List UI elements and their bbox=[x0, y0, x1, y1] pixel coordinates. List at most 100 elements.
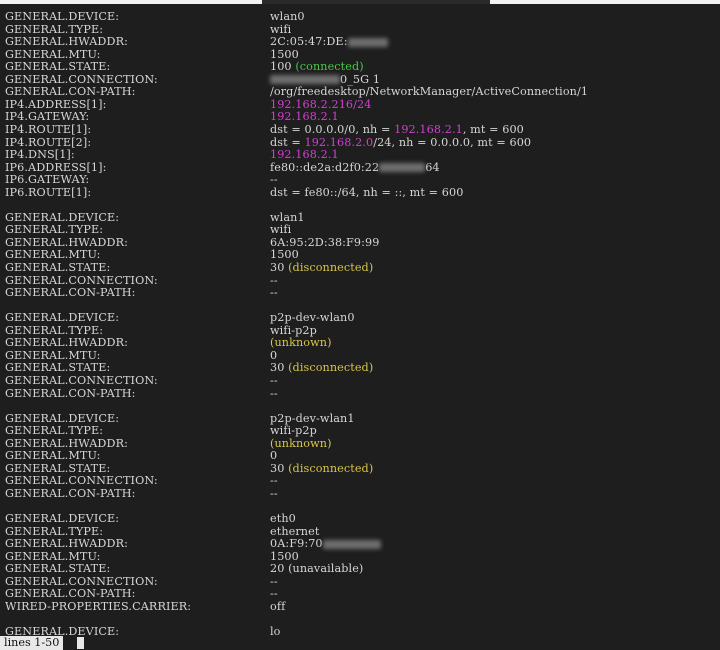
value-text: 0 bbox=[270, 449, 278, 463]
ip-address-text: 192.168.2.1 bbox=[394, 122, 463, 136]
field-value: 30 (disconnected) bbox=[270, 261, 374, 275]
output-line: IP6.ROUTE[1]: dst = fe80::/64, nh = ::, m… bbox=[0, 185, 720, 200]
value-text: 0 bbox=[270, 348, 278, 362]
field-name: GENERAL.CON-PATH: bbox=[5, 486, 136, 500]
value-text: p2p-dev-wlan0 bbox=[270, 311, 355, 325]
value-text: 6A:95:2D:38:F9:99 bbox=[270, 235, 380, 249]
field-name: GENERAL.CONNECTION: bbox=[5, 474, 158, 488]
ip-address-text: 192.168.2.1 bbox=[270, 148, 339, 162]
value-text: 64 bbox=[425, 160, 440, 174]
field-value: off bbox=[270, 599, 286, 614]
field-value: -- bbox=[270, 386, 278, 401]
field-name: IP6.ROUTE[1]: bbox=[5, 185, 92, 199]
value-text: -- bbox=[270, 273, 278, 287]
output-line: GENERAL.DEVICE: p2p-dev-wlan1 bbox=[0, 412, 720, 426]
field-name: WIRED-PROPERTIES.CARRIER: bbox=[5, 599, 192, 613]
value-text: eth0 bbox=[270, 512, 296, 525]
value-text: fe80::de2a:d2f0:22 bbox=[270, 160, 380, 174]
field-value: -- bbox=[270, 486, 278, 501]
value-text: -- bbox=[270, 486, 278, 500]
field-name: GENERAL.MTU: bbox=[5, 449, 101, 463]
output-line: GENERAL.HWADDR: 0A:F9:70 bbox=[0, 537, 720, 551]
output-line: GENERAL.DEVICE: wlan0 bbox=[0, 10, 720, 24]
output-line: IP6.ADDRESS[1]: fe80::de2a:d2f0:22 64 bbox=[0, 160, 720, 175]
output-line: GENERAL.TYPE: wifi-p2p bbox=[0, 424, 720, 438]
output-line: GENERAL.HWADDR: 2C:05:47:DE: bbox=[0, 35, 720, 49]
value-text: 0A:F9:70 bbox=[270, 537, 323, 551]
ip-address-text: 192.168.2.0 bbox=[304, 135, 374, 149]
value-text: /org/freedesktop/NetworkManager/ActiveCo… bbox=[270, 85, 589, 99]
redacted-value bbox=[379, 163, 426, 173]
field-name: GENERAL.DEVICE: bbox=[5, 624, 120, 636]
output-line: GENERAL.DEVICE: wlan1 bbox=[0, 210, 720, 225]
state-warning-text: (disconnected) bbox=[288, 261, 374, 274]
field-name: GENERAL.CON-PATH: bbox=[5, 587, 136, 601]
output-line: GENERAL.HWADDR: 6A:95:2D:38:F9:99 bbox=[0, 235, 720, 250]
value-text: 1500 bbox=[270, 549, 299, 563]
field-value: fe80::de2a:d2f0:22 64 bbox=[270, 160, 440, 175]
value-text: -- bbox=[270, 587, 278, 601]
field-value: (unknown) bbox=[270, 436, 332, 451]
value-text: -- bbox=[270, 286, 278, 300]
redacted-value bbox=[322, 539, 381, 549]
value-text: 2C:05:47:DE: bbox=[270, 35, 348, 49]
redacted-value bbox=[270, 75, 340, 85]
value-text: wifi-p2p bbox=[270, 424, 317, 438]
value-text: 1500 bbox=[270, 47, 299, 61]
value-text: wifi-p2p bbox=[270, 323, 317, 337]
output-line: GENERAL.DEVICE: eth0 bbox=[0, 512, 720, 526]
field-value: lo bbox=[270, 624, 281, 636]
value-text: 100 bbox=[270, 60, 296, 74]
field-value: 20 (unavailable) bbox=[270, 562, 363, 576]
ip-address-text: 192.168.2.1 bbox=[270, 110, 339, 124]
field-name: GENERAL.TYPE: bbox=[5, 424, 104, 438]
value-text: 0_5G 1 bbox=[340, 72, 381, 86]
output-line: GENERAL.DEVICE: lo bbox=[0, 624, 720, 636]
field-name: GENERAL.HWADDR: bbox=[5, 336, 128, 350]
value-text: 30 bbox=[270, 361, 289, 375]
output-line: GENERAL.CONNECTION: -- bbox=[0, 373, 720, 388]
output-line: WIRED-PROPERTIES.CARRIER: off bbox=[0, 599, 720, 614]
value-text: 1500 bbox=[270, 248, 299, 262]
field-name: GENERAL.STATE: bbox=[5, 261, 111, 274]
state-warning-text: (unknown) bbox=[270, 436, 332, 450]
value-text: -- bbox=[270, 574, 278, 588]
field-name: GENERAL.DEVICE: bbox=[5, 10, 120, 23]
field-value: dst = fe80::/64, nh = ::, mt = 600 bbox=[270, 185, 464, 200]
terminal-cursor bbox=[77, 637, 84, 649]
value-text: dst = 0.0.0.0/0, nh = bbox=[270, 122, 395, 136]
output-line: GENERAL.HWADDR: (unknown) bbox=[0, 436, 720, 451]
output-line: IP4.ADDRESS[1]: 192.168.2.216/24 bbox=[0, 98, 720, 112]
terminal-output[interactable]: GENERAL.DEVICE: wlan0 GENERAL.TYPE: wifi GEN… bbox=[0, 4, 720, 636]
output-line: GENERAL.STATE: 20 (unavailable) bbox=[0, 562, 720, 576]
field-value: 30 (disconnected) bbox=[270, 362, 373, 375]
output-line: GENERAL.CON-PATH: -- bbox=[0, 486, 720, 501]
value-text: lo bbox=[270, 624, 281, 636]
field-name: IP6.GATEWAY: bbox=[5, 173, 90, 187]
field-name: GENERAL.STATE: bbox=[5, 60, 111, 74]
field-value: (unknown) bbox=[270, 337, 332, 350]
value-text: wifi bbox=[270, 223, 292, 237]
field-value: 30 (disconnected) bbox=[270, 461, 373, 476]
field-name: GENERAL.STATE: bbox=[5, 562, 111, 576]
output-line: GENERAL.CON-PATH: -- bbox=[0, 286, 720, 300]
field-value: -- bbox=[270, 286, 278, 300]
value-text: 30 bbox=[270, 461, 289, 475]
state-warning-text: (unknown) bbox=[270, 336, 332, 350]
value-text: dst = fe80::/64, nh = ::, mt = 600 bbox=[270, 185, 464, 199]
value-text: wifi bbox=[270, 22, 292, 36]
value-text: -- bbox=[270, 173, 278, 187]
value-text: off bbox=[270, 599, 286, 613]
value-text: -- bbox=[270, 386, 278, 400]
value-text: wlan1 bbox=[270, 210, 305, 224]
field-name: GENERAL.CONNECTION: bbox=[5, 373, 158, 387]
state-warning-text: (disconnected) bbox=[288, 361, 374, 375]
field-name: GENERAL.DEVICE: bbox=[5, 512, 120, 525]
pager-status-line: lines 1-50 bbox=[0, 636, 64, 650]
value-text: 30 bbox=[270, 261, 289, 274]
field-name: GENERAL.HWADDR: bbox=[5, 537, 128, 551]
value-text: , mt = 600 bbox=[462, 122, 524, 136]
value-text: -- bbox=[270, 373, 278, 387]
state-connected-text: (connected) bbox=[295, 60, 364, 74]
field-name: GENERAL.CON-PATH: bbox=[5, 286, 136, 300]
